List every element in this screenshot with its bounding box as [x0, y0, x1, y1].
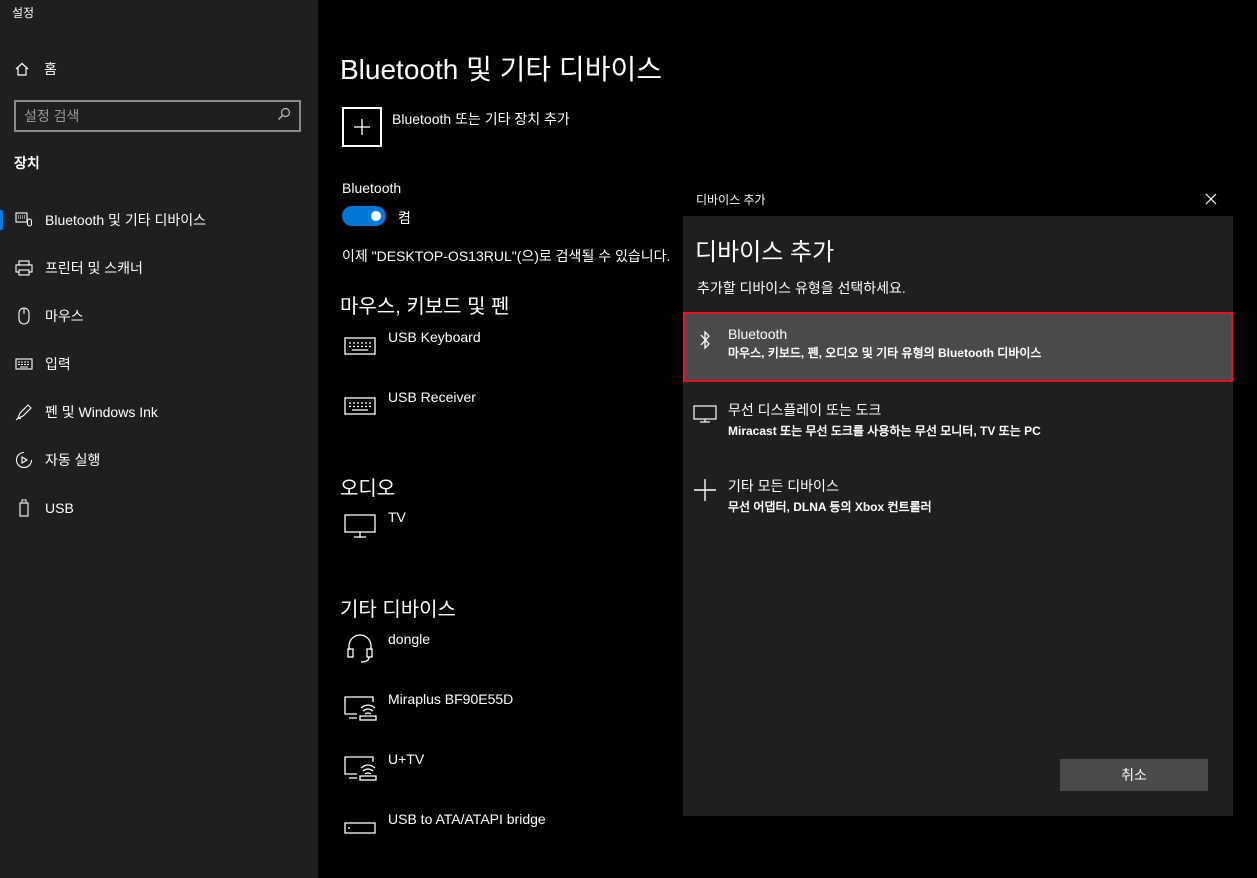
- sidebar-item-label: 자동 실행: [45, 452, 101, 468]
- option-bluetooth[interactable]: Bluetooth 마우스, 키보드, 펜, 오디오 및 기타 유형의 Blue…: [683, 312, 1233, 382]
- device-name: USB Keyboard: [388, 329, 481, 345]
- monitor-icon: [691, 398, 719, 430]
- sidebar-item-label: USB: [45, 500, 74, 516]
- autoplay-icon: [14, 451, 34, 469]
- search-icon[interactable]: [277, 107, 291, 126]
- sidebar-item-autoplay[interactable]: 자동 실행: [0, 440, 318, 480]
- sidebar-item-usb[interactable]: USB: [0, 488, 318, 528]
- sidebar-item-bluetooth[interactable]: Bluetooth 및 기타 디바이스: [0, 200, 318, 240]
- home-icon: [14, 61, 34, 77]
- device-name: USB to ATA/ATAPI bridge: [388, 811, 546, 827]
- plus-icon: [342, 107, 382, 147]
- sidebar-item-typing[interactable]: 입력: [0, 344, 318, 384]
- device-name: dongle: [388, 631, 431, 647]
- add-device-label: Bluetooth 또는 기타 장치 추가: [392, 111, 570, 127]
- wireless-display-icon: [342, 750, 378, 786]
- page-title: Bluetooth 및 기타 디바이스: [340, 54, 662, 85]
- pen-icon: [14, 403, 34, 421]
- device-name: TV: [388, 509, 406, 525]
- nav-home[interactable]: 홈: [14, 58, 304, 80]
- device-item[interactable]: USB Receiver: [342, 388, 476, 424]
- dialog-title: 디바이스 추가: [696, 192, 766, 207]
- sidebar-item-label: 펜 및 Windows Ink: [45, 404, 158, 420]
- bluetooth-label: Bluetooth: [342, 180, 402, 196]
- option-title: Bluetooth: [728, 326, 788, 342]
- search-placeholder: 설정 검색: [24, 108, 80, 124]
- mouse-icon: [14, 307, 34, 325]
- usb-icon: [14, 499, 34, 517]
- device-item[interactable]: TV: [342, 508, 406, 544]
- sidebar-item-label: Bluetooth 및 기타 디바이스: [45, 212, 206, 228]
- option-desc: Miracast 또는 무선 도크를 사용하는 무선 모니터, TV 또는 PC: [728, 424, 1041, 438]
- close-icon[interactable]: [1203, 191, 1219, 207]
- discoverable-text: 이제 "DESKTOP-OS13RUL"(으)로 검색될 수 있습니다.: [342, 248, 671, 264]
- option-desc: 무선 어댑터, DLNA 등의 Xbox 컨트롤러: [728, 500, 932, 514]
- wireless-display-icon: [342, 690, 378, 726]
- device-item[interactable]: USB to ATA/ATAPI bridge: [342, 810, 546, 846]
- sidebar-item-mouse[interactable]: 마우스: [0, 296, 318, 336]
- add-device-button[interactable]: Bluetooth 또는 기타 장치 추가: [342, 107, 570, 147]
- keyboard-icon: [14, 358, 34, 370]
- toggle-knob: [371, 211, 381, 221]
- add-device-dialog: 디바이스 추가 디바이스 추가 추가할 디바이스 유형을 선택하세요. Blue…: [683, 182, 1233, 816]
- device-item[interactable]: Miraplus BF90E55D: [342, 690, 513, 726]
- sidebar: 설정 홈 설정 검색 장치 Bluetooth 및 기타 디바이스 프린터 및 …: [0, 0, 318, 878]
- section-label: 장치: [14, 155, 40, 171]
- sidebar-item-printers[interactable]: 프린터 및 스캐너: [0, 248, 318, 288]
- sidebar-item-label: 입력: [45, 356, 71, 372]
- option-title: 무선 디스플레이 또는 도크: [728, 402, 882, 418]
- sidebar-item-label: 마우스: [45, 308, 84, 324]
- headset-icon: [342, 630, 378, 666]
- option-desc: 마우스, 키보드, 펜, 오디오 및 기타 유형의 Bluetooth 디바이스: [728, 346, 1042, 360]
- sidebar-item-pen[interactable]: 펜 및 Windows Ink: [0, 392, 318, 432]
- bluetooth-toggle[interactable]: [342, 206, 386, 226]
- option-everything-else[interactable]: 기타 모든 디바이스 무선 어댑터, DLNA 등의 Xbox 컨트롤러: [683, 464, 1233, 532]
- dialog-subtitle: 추가할 디바이스 유형을 선택하세요.: [697, 280, 906, 296]
- device-item[interactable]: USB Keyboard: [342, 328, 481, 364]
- section-title-audio: 오디오: [340, 478, 396, 500]
- dialog-titlebar: 디바이스 추가: [683, 182, 1233, 216]
- device-item[interactable]: dongle: [342, 630, 430, 666]
- home-label: 홈: [44, 61, 57, 77]
- drive-icon: [342, 810, 378, 846]
- monitor-icon: [342, 508, 378, 544]
- section-title-other: 기타 디바이스: [340, 599, 456, 621]
- bluetooth-icon: [691, 324, 719, 356]
- printer-icon: [14, 260, 34, 276]
- search-input[interactable]: 설정 검색: [14, 100, 301, 132]
- cancel-button[interactable]: 취소: [1060, 759, 1208, 791]
- app-title: 설정: [12, 6, 35, 20]
- device-name: USB Receiver: [388, 389, 476, 405]
- sidebar-item-label: 프린터 및 스캐너: [45, 260, 143, 276]
- device-name: Miraplus BF90E55D: [388, 691, 514, 707]
- dialog-heading: 디바이스 추가: [695, 239, 835, 266]
- option-title: 기타 모든 디바이스: [728, 478, 839, 494]
- device-name: U+TV: [388, 751, 425, 767]
- device-item[interactable]: U+TV: [342, 750, 424, 786]
- plus-icon: [691, 474, 719, 506]
- section-title-input: 마우스, 키보드 및 펜: [340, 296, 510, 318]
- keyboard-icon: [342, 388, 378, 424]
- keyboard-icon: [342, 328, 378, 364]
- option-wireless-display[interactable]: 무선 디스플레이 또는 도크 Miracast 또는 무선 도크를 사용하는 무…: [683, 388, 1233, 456]
- keyboard-mouse-icon: [14, 212, 34, 228]
- bluetooth-state: 켬: [398, 210, 411, 226]
